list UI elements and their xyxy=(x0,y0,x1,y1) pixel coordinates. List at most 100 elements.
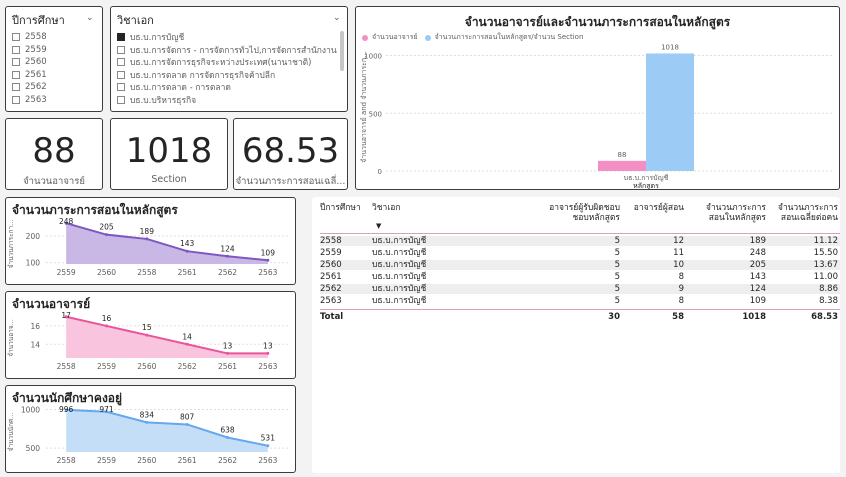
table-row[interactable]: 2563 บธ.บ.การบัญชี 5 8 109 8.38 xyxy=(320,296,840,306)
x-category-label: บธ.บ.การบัญชี xyxy=(624,174,669,182)
year-option-2560[interactable]: 2560 xyxy=(12,57,47,67)
checkbox-icon[interactable] xyxy=(117,95,125,104)
major-option[interactable]: บธ.บ.การตลาด การจัดการธุรกิจค้าปลีก xyxy=(117,70,275,80)
area-fill xyxy=(66,409,268,452)
major-slicer-title: วิชาเอก xyxy=(117,14,154,27)
data-label: 124 xyxy=(220,244,235,253)
year-option-2563[interactable]: 2563 xyxy=(12,95,47,105)
table-cell: 8.38 xyxy=(819,296,838,306)
y-tick-label: 0 xyxy=(378,168,382,176)
data-point[interactable] xyxy=(185,342,189,346)
table-row[interactable]: 2558 บธ.บ.การบัญชี 5 12 189 11.12 xyxy=(320,236,840,246)
data-point[interactable] xyxy=(105,233,108,237)
slicer-scrollbar[interactable] xyxy=(340,31,344,71)
column-header[interactable]: อาจารย์ผู้สอน xyxy=(624,203,684,213)
major-option[interactable]: บธ.บ.การจัดการธุรกิจระหว่างประเทศ(นานาชา… xyxy=(117,57,311,67)
kpi-label: จำนวนอาจารย์ xyxy=(23,176,85,187)
table-row[interactable]: 2560 บธ.บ.การบัญชี 5 10 205 13.67 xyxy=(320,260,840,270)
checkbox-icon[interactable] xyxy=(12,70,20,79)
total-cell: Total xyxy=(320,312,344,322)
data-point[interactable] xyxy=(145,333,149,337)
table-cell: 12 xyxy=(673,236,684,246)
data-point[interactable] xyxy=(185,249,189,253)
year-option-2559[interactable]: 2559 xyxy=(12,45,47,55)
header-line: วิชาเอก xyxy=(372,203,401,213)
data-point[interactable] xyxy=(105,324,108,328)
x-tick-label: 2563 xyxy=(258,362,277,371)
total-divider xyxy=(320,309,840,310)
data-point[interactable] xyxy=(266,258,270,262)
y-tick-label: 200 xyxy=(26,232,41,241)
data-point[interactable] xyxy=(226,351,229,355)
major-option[interactable]: บธ.บ.การจัดการ - การจัดการทั่วไป,การจัดก… xyxy=(117,45,337,55)
column-header[interactable]: วิชาเอก xyxy=(372,203,522,213)
data-point[interactable] xyxy=(145,420,149,424)
line-chart-teachers: จำนวนอาจารย์ จำนวนอาจ... 16 14 17 2558 16 2559… xyxy=(5,291,296,379)
checkbox-icon[interactable] xyxy=(12,95,20,104)
checkbox-icon[interactable] xyxy=(117,58,125,66)
kpi-value: 1018 xyxy=(125,131,213,171)
checkbox-icon[interactable] xyxy=(12,45,20,54)
year-option-2558[interactable]: 2558 xyxy=(12,32,47,42)
data-label: 638 xyxy=(220,425,235,434)
checkbox-icon[interactable] xyxy=(12,83,20,91)
year-option-2562[interactable]: 2562 xyxy=(12,82,47,92)
table-cell: 13.67 xyxy=(813,260,838,270)
table-row[interactable]: 2561 บธ.บ.การบัญชี 5 8 143 11.00 xyxy=(320,272,840,282)
data-label: 189 xyxy=(140,227,155,236)
x-tick-label: 2561 xyxy=(178,456,197,465)
table-cell: 5 xyxy=(614,236,620,246)
sort-arrow-icon[interactable]: ▼ xyxy=(376,222,381,230)
table-cell: 15.50 xyxy=(813,248,838,258)
major-option[interactable]: บธ.บ.การตลาด - การตลาด xyxy=(117,82,231,92)
column-header[interactable]: ปีการศึกษา xyxy=(320,203,368,213)
major-option[interactable]: บธ.บ.บริหารธุรกิจ xyxy=(117,95,196,105)
chevron-down-icon[interactable]: ⌄ xyxy=(86,13,94,23)
data-label: 16 xyxy=(102,314,112,323)
checkbox-icon[interactable] xyxy=(12,58,20,66)
table-cell: 11.00 xyxy=(813,272,838,282)
data-table: ปีการศึกษา วิชาเอก อาจารย์ผู้รับผิดชอบ ชอบห… xyxy=(312,197,840,473)
kpi-card-sections: 1018 Section xyxy=(110,118,228,190)
y-axis-title: จำนวนภาระกา... xyxy=(7,220,15,269)
table-cell: 2560 xyxy=(320,260,342,270)
x-tick-label: 2559 xyxy=(97,362,116,371)
table-cell: 2558 xyxy=(320,236,342,246)
column-header[interactable]: อาจารย์ผู้รับผิดชอบ ชอบหลักสูตร xyxy=(530,203,620,223)
table-cell: 5 xyxy=(614,284,620,294)
checkbox-icon[interactable] xyxy=(117,83,125,91)
header-line: จำนวนภาระการ xyxy=(705,203,766,213)
checkbox-icon[interactable] xyxy=(117,45,125,54)
year-option-2561[interactable]: 2561 xyxy=(12,70,47,80)
chevron-down-icon[interactable]: ⌄ xyxy=(333,13,341,23)
checkbox-icon[interactable] xyxy=(117,33,125,41)
data-point[interactable] xyxy=(226,254,229,258)
bar-sections[interactable] xyxy=(646,53,694,172)
data-label: 17 xyxy=(61,311,71,320)
table-row[interactable]: 2562 บธ.บ.การบัญชี 5 9 124 8.86 xyxy=(320,284,840,294)
data-point[interactable] xyxy=(266,351,270,355)
checkbox-icon[interactable] xyxy=(12,33,20,41)
data-point[interactable] xyxy=(145,237,149,241)
column-header[interactable]: จำนวนภาระการ สอนในหลักสูตร xyxy=(688,203,766,223)
data-point[interactable] xyxy=(185,422,189,426)
table-row[interactable]: 2559 บธ.บ.การบัญชี 5 11 248 15.50 xyxy=(320,248,840,258)
major-option-label: บธ.บ.การจัดการ - การจัดการทั่วไป,การจัดก… xyxy=(130,45,337,55)
major-option-label: บธ.บ.การตลาด การจัดการธุรกิจค้าปลีก xyxy=(130,70,276,80)
line-chart-students: จำนวนนักศึกษาคงอยู่ จำนวนนักศ... 1000 500 9… xyxy=(5,385,296,473)
table-cell: 2563 xyxy=(320,296,342,306)
total-cell: 30 xyxy=(608,312,620,322)
year-slicer[interactable]: ปีการศึกษา ⌄ 2558 2559 2560 2561 2562 2563 xyxy=(5,6,103,112)
table-cell: 124 xyxy=(749,284,766,294)
bar-teachers[interactable] xyxy=(598,160,646,171)
major-slicer[interactable]: วิชาเอก ⌄ บธ.บ.การบัญชีบธ.บ.การจัดการ - … xyxy=(110,6,348,112)
header-line: สอนในหลักสูตร xyxy=(708,213,766,223)
major-option[interactable]: บธ.บ.การบัญชี xyxy=(117,32,184,42)
data-point[interactable] xyxy=(266,444,270,448)
column-header[interactable]: จำนวนภาระการ สอนเฉลี่ยต่อคน xyxy=(770,203,838,223)
table-cell: บธ.บ.การบัญชี xyxy=(372,260,427,270)
data-label: 807 xyxy=(180,412,195,421)
data-point[interactable] xyxy=(226,435,229,439)
checkbox-icon[interactable] xyxy=(117,70,125,79)
x-tick-label: 2561 xyxy=(178,268,197,277)
